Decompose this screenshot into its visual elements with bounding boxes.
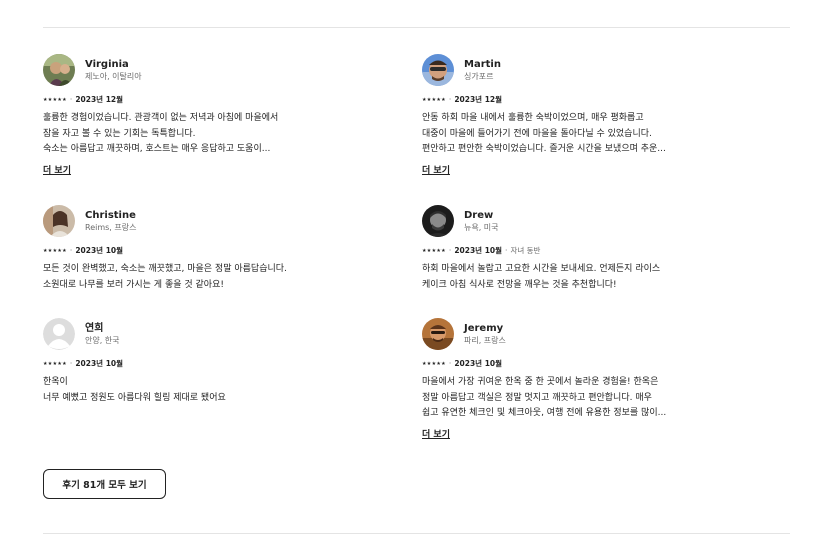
- review-date: 2023년 12월: [454, 95, 503, 104]
- reviewer-header[interactable]: Martin 싱가포르: [422, 54, 742, 86]
- reviewer-location: 안양, 한국: [85, 336, 120, 345]
- stay-type: 자녀 동반: [510, 246, 541, 255]
- meta-separator: ·: [505, 246, 508, 255]
- meta-separator: ·: [69, 95, 73, 104]
- review-card: Jeremy 파리, 프랑스 ★★★★★ · 2023년 10월 마을에서 가장…: [422, 318, 742, 441]
- reviewer-header[interactable]: Christine Reims, 프랑스: [43, 205, 363, 237]
- review-meta: ★★★★★ · 2023년 10월: [43, 359, 363, 369]
- avatar-photo-martin: [422, 54, 454, 86]
- reviewer-location: 파리, 프랑스: [464, 336, 506, 345]
- reviewer-location: 뉴욕, 미국: [464, 223, 499, 232]
- avatar[interactable]: [422, 205, 454, 237]
- reviewer-name: Martin: [464, 59, 501, 70]
- review-meta: ★★★★★ · 2023년 12월: [422, 95, 742, 105]
- top-divider: [43, 27, 790, 28]
- review-text: 하회 마을에서 놀랍고 고요한 시간을 보내세요. 언제든지 라이스 케이크 아…: [422, 264, 661, 290]
- review-text: 안동 하회 마을 내에서 훌륭한 숙박이었으며, 매우 평화롭고 대중이 마을에…: [422, 113, 666, 154]
- avatar-photo-virginia: [43, 54, 75, 86]
- review-meta: ★★★★★ · 2023년 10월: [43, 246, 363, 256]
- review-card: Christine Reims, 프랑스 ★★★★★ · 2023년 10월 모…: [43, 205, 363, 293]
- reviewer-name: Drew: [464, 210, 494, 221]
- avatar[interactable]: [43, 205, 75, 237]
- avatar[interactable]: [43, 318, 75, 350]
- review-date: 2023년 10월: [454, 246, 503, 255]
- review-card: Virginia 제노아, 이탈리아 ★★★★★ · 2023년 12월 훌륭한…: [43, 54, 363, 177]
- reviewer-header[interactable]: 연희 안양, 한국: [43, 318, 363, 350]
- review-text: 훌륭한 경험이었습니다. 관광객이 없는 저녁과 아침에 마을에서 잠을 자고 …: [43, 113, 279, 154]
- rating-stars: ★★★★★: [43, 361, 67, 367]
- rating-stars: ★★★★★: [43, 97, 67, 103]
- show-all-reviews-button[interactable]: 후기 81개 모두 보기: [43, 469, 166, 499]
- show-more-link[interactable]: 더 보기: [422, 427, 450, 440]
- review-date: 2023년 10월: [75, 359, 124, 368]
- review-date: 2023년 12월: [75, 95, 124, 104]
- review-card: Drew 뉴욕, 미국 ★★★★★ · 2023년 10월 · 자녀 동반 하회…: [422, 205, 742, 293]
- review-meta: ★★★★★ · 2023년 10월 · 자녀 동반: [422, 246, 742, 256]
- reviewer-location: 싱가포르: [464, 72, 494, 81]
- review-text: 모든 것이 완벽했고, 숙소는 깨끗했고, 마을은 정말 아름답습니다. 소원대…: [43, 264, 287, 290]
- reviewer-name: 연희: [85, 323, 104, 334]
- review-date: 2023년 10월: [454, 359, 503, 368]
- review-meta: ★★★★★ · 2023년 12월: [43, 95, 363, 105]
- show-more-link[interactable]: 더 보기: [422, 163, 450, 176]
- review-date: 2023년 10월: [75, 246, 124, 255]
- meta-separator: ·: [448, 359, 452, 368]
- avatar-photo-jeremy: [422, 318, 454, 350]
- reviewer-location: Reims, 프랑스: [85, 223, 137, 232]
- review-card: Martin 싱가포르 ★★★★★ · 2023년 12월 안동 하회 마을 내…: [422, 54, 742, 177]
- reviews-section: Virginia 제노아, 이탈리아 ★★★★★ · 2023년 12월 훌륭한…: [0, 0, 820, 555]
- reviewer-name: Jeremy: [464, 323, 504, 334]
- review-text: 마을에서 가장 귀여운 한옥 중 한 곳에서 놀라운 경험을! 한옥은 정말 아…: [422, 377, 667, 418]
- show-more-link[interactable]: 더 보기: [43, 163, 71, 176]
- reviewer-name: Christine: [85, 210, 136, 221]
- reviewer-header[interactable]: Jeremy 파리, 프랑스: [422, 318, 742, 350]
- meta-separator: ·: [448, 95, 452, 104]
- meta-separator: ·: [69, 246, 73, 255]
- avatar[interactable]: [422, 318, 454, 350]
- review-card: 연희 안양, 한국 ★★★★★ · 2023년 10월 한옥이 너무 예뻤고 정…: [43, 318, 363, 406]
- reviewer-name: Virginia: [85, 59, 129, 70]
- rating-stars: ★★★★★: [422, 97, 446, 103]
- meta-separator: ·: [448, 246, 452, 255]
- review-meta: ★★★★★ · 2023년 10월: [422, 359, 742, 369]
- review-text: 한옥이 너무 예뻤고 정원도 아름다워 힐링 제대로 됐어요: [43, 377, 226, 403]
- default-user-icon: [43, 318, 75, 350]
- avatar-photo-drew: [422, 205, 454, 237]
- meta-separator: ·: [69, 359, 73, 368]
- reviewer-location: 제노아, 이탈리아: [85, 72, 142, 81]
- rating-stars: ★★★★★: [43, 248, 67, 254]
- rating-stars: ★★★★★: [422, 248, 446, 254]
- reviewer-header[interactable]: Drew 뉴욕, 미국: [422, 205, 742, 237]
- rating-stars: ★★★★★: [422, 361, 446, 367]
- avatar[interactable]: [43, 54, 75, 86]
- avatar-photo-christine: [43, 205, 75, 237]
- reviewer-header[interactable]: Virginia 제노아, 이탈리아: [43, 54, 363, 86]
- bottom-divider: [43, 533, 790, 534]
- avatar[interactable]: [422, 54, 454, 86]
